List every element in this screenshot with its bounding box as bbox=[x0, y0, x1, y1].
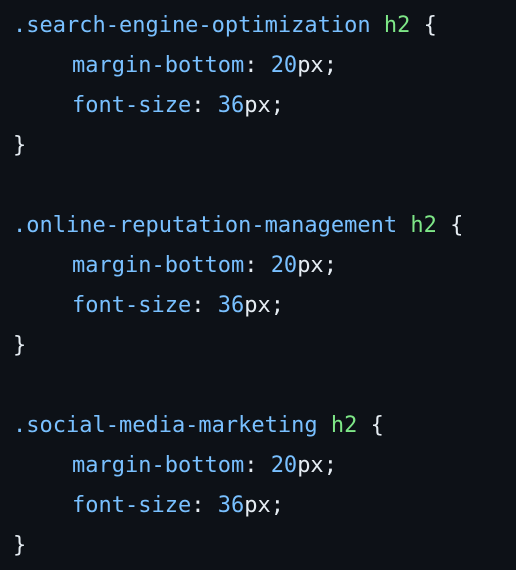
css-selector: .social-media-marketing bbox=[13, 413, 318, 438]
css-number: 20 bbox=[270, 53, 298, 78]
open-brace: { bbox=[370, 413, 384, 438]
css-number: 20 bbox=[270, 453, 298, 478]
declaration: margin-bottom: 20px; bbox=[13, 246, 516, 286]
code-editor[interactable]: .search-engine-optimization h2 { margin-… bbox=[0, 0, 516, 570]
semicolon: ; bbox=[270, 493, 284, 518]
css-number: 36 bbox=[217, 293, 245, 318]
css-selector: .search-engine-optimization bbox=[13, 13, 371, 38]
css-unit: px bbox=[244, 493, 271, 518]
css-unit: px bbox=[297, 253, 324, 278]
declaration: font-size: 36px; bbox=[13, 486, 516, 526]
css-number: 36 bbox=[217, 93, 245, 118]
declaration: margin-bottom: 20px; bbox=[13, 446, 516, 486]
declaration: font-size: 36px; bbox=[13, 86, 516, 126]
css-property: font-size bbox=[72, 293, 192, 318]
open-brace: { bbox=[450, 213, 464, 238]
colon: : bbox=[244, 453, 258, 478]
css-number: 20 bbox=[270, 253, 298, 278]
semicolon: ; bbox=[323, 253, 337, 278]
colon: : bbox=[244, 53, 258, 78]
rule-header: .search-engine-optimization h2 { bbox=[13, 6, 516, 46]
rule-footer: } bbox=[13, 126, 516, 166]
rule-header: .social-media-marketing h2 { bbox=[13, 406, 516, 446]
colon: : bbox=[191, 93, 205, 118]
rule-footer: } bbox=[13, 526, 516, 566]
declaration: font-size: 36px; bbox=[13, 286, 516, 326]
css-number: 36 bbox=[217, 493, 245, 518]
close-brace: } bbox=[13, 333, 27, 358]
colon: : bbox=[191, 493, 205, 518]
semicolon: ; bbox=[323, 53, 337, 78]
rule-header: .online-reputation-management h2 { bbox=[13, 206, 516, 246]
css-tag: h2 bbox=[330, 413, 358, 438]
css-property: font-size bbox=[72, 93, 192, 118]
css-tag: h2 bbox=[410, 213, 437, 238]
css-property: font-size bbox=[72, 493, 192, 518]
css-unit: px bbox=[297, 53, 324, 78]
css-selector: .online-reputation-management bbox=[13, 213, 398, 238]
semicolon: ; bbox=[270, 293, 284, 318]
semicolon: ; bbox=[270, 93, 284, 118]
css-property: margin-bottom bbox=[72, 253, 245, 278]
colon: : bbox=[191, 293, 205, 318]
semicolon: ; bbox=[323, 453, 337, 478]
rule-footer: } bbox=[13, 326, 516, 366]
close-brace: } bbox=[13, 133, 27, 158]
css-tag: h2 bbox=[383, 13, 411, 38]
declaration: margin-bottom: 20px; bbox=[13, 46, 516, 86]
css-unit: px bbox=[244, 293, 271, 318]
open-brace: { bbox=[423, 13, 437, 38]
css-property: margin-bottom bbox=[72, 453, 245, 478]
css-unit: px bbox=[244, 93, 271, 118]
colon: : bbox=[244, 253, 258, 278]
css-unit: px bbox=[297, 453, 324, 478]
css-property: margin-bottom bbox=[72, 53, 245, 78]
close-brace: } bbox=[13, 533, 27, 558]
